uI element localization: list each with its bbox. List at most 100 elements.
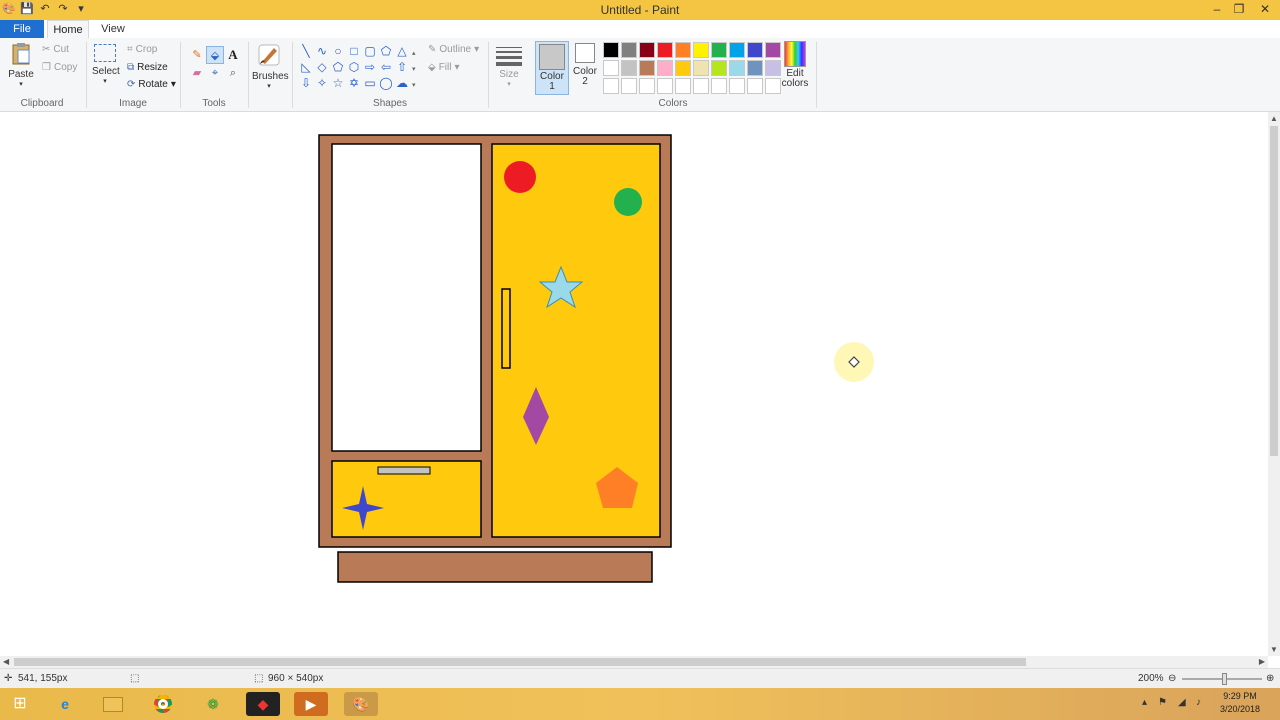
tab-file[interactable]: File	[0, 20, 44, 38]
pencil-icon[interactable]: ✎	[188, 46, 206, 64]
scroll-up-icon[interactable]: ▲	[1270, 114, 1278, 123]
horizontal-scroll-thumb[interactable]	[14, 658, 1026, 666]
palette-swatch-r3c6[interactable]	[693, 78, 709, 94]
minimize-button[interactable]: –	[1206, 0, 1228, 20]
zoom-out-icon[interactable]: ⊖	[1168, 673, 1176, 684]
palette-swatch-r2c8[interactable]	[729, 60, 745, 76]
drawing-canvas[interactable]	[0, 112, 1268, 656]
brushes-button[interactable]: Brushes ▾	[252, 42, 289, 90]
color-picker-icon[interactable]: ⌖	[206, 64, 224, 82]
chrome-icon[interactable]	[146, 692, 180, 716]
triangle-shape-icon[interactable]: △	[394, 43, 410, 59]
drawing-surface[interactable]	[0, 112, 1268, 656]
palette-swatch-r2c10[interactable]	[765, 60, 781, 76]
zoom-in-icon[interactable]: ⊕	[1266, 673, 1274, 684]
zoom-slider[interactable]	[1182, 673, 1262, 685]
magnifier-icon[interactable]: ⌕	[224, 64, 242, 82]
polygon-shape-icon[interactable]: ⬠	[378, 43, 394, 59]
palette-swatch-r3c4[interactable]	[657, 78, 673, 94]
palette-swatch-r3c10[interactable]	[765, 78, 781, 94]
paste-button[interactable]: Paste ▾	[8, 42, 34, 88]
fill-button[interactable]: ⬙ Fill ▾	[428, 62, 460, 73]
text-tool-icon[interactable]: A	[224, 46, 242, 64]
palette-swatch-r2c3[interactable]	[639, 60, 655, 76]
palette-swatch-r1c2[interactable]	[621, 42, 637, 58]
media-player-icon[interactable]: ▶	[294, 692, 328, 716]
palette-swatch-r2c6[interactable]	[693, 60, 709, 76]
palette-swatch-r1c9[interactable]	[747, 42, 763, 58]
palette-swatch-r3c7[interactable]	[711, 78, 727, 94]
tab-home[interactable]: Home	[47, 20, 89, 38]
palette-swatch-r1c6[interactable]	[693, 42, 709, 58]
line-shape-icon[interactable]: ╲	[298, 43, 314, 59]
oval-shape-icon[interactable]: ○	[330, 43, 346, 59]
oval-callout-shape-icon[interactable]: ◯	[378, 75, 394, 91]
six-point-star-shape-icon[interactable]: ✡	[346, 75, 362, 91]
fill-bucket-icon[interactable]: ⬙	[206, 46, 224, 64]
palette-swatch-r3c9[interactable]	[747, 78, 763, 94]
palette-swatch-r1c4[interactable]	[657, 42, 673, 58]
palette-swatch-r3c8[interactable]	[729, 78, 745, 94]
curve-shape-icon[interactable]: ∿	[314, 43, 330, 59]
up-arrow-shape-icon[interactable]: ⇧	[394, 59, 410, 75]
edit-colors-button[interactable]: Edit colors	[780, 41, 810, 89]
four-point-star-shape-icon[interactable]: ✧	[314, 75, 330, 91]
paint-taskbar-icon[interactable]: 🎨	[344, 692, 378, 716]
palette-swatch-r2c2[interactable]	[621, 60, 637, 76]
palette-swatch-r2c9[interactable]	[747, 60, 763, 76]
start-icon[interactable]: ⊞	[4, 692, 36, 716]
rounded-callout-shape-icon[interactable]: ▭	[362, 75, 378, 91]
file-explorer-icon[interactable]	[96, 692, 130, 716]
green-app-icon[interactable]: ❁	[196, 692, 230, 716]
wifi-icon[interactable]: ◢	[1178, 697, 1186, 708]
palette-swatch-r1c1[interactable]	[603, 42, 619, 58]
horizontal-scrollbar[interactable]: ◀ ▶	[0, 656, 1268, 668]
volume-icon[interactable]: ♪	[1196, 697, 1201, 708]
select-button[interactable]: Select ▾	[92, 44, 120, 85]
right-triangle-shape-icon[interactable]: ◺	[298, 59, 314, 75]
size-button[interactable]: Size ▾	[494, 44, 524, 88]
network-status-icon[interactable]: ⚑	[1158, 697, 1167, 708]
cloud-callout-shape-icon[interactable]: ☁	[394, 75, 410, 91]
palette-swatch-r2c1[interactable]	[603, 60, 619, 76]
clock[interactable]: 9:29 PM 3/20/2018	[1220, 690, 1260, 716]
shapes-scroll[interactable]: ▴ ▾ ▾	[412, 46, 416, 94]
palette-swatch-r1c5[interactable]	[675, 42, 691, 58]
zoom-slider-thumb[interactable]	[1222, 673, 1227, 685]
rounded-rectangle-shape-icon[interactable]: ▢	[362, 43, 378, 59]
color1-button[interactable]: Color 1	[535, 41, 569, 95]
palette-swatch-r2c5[interactable]	[675, 60, 691, 76]
left-arrow-shape-icon[interactable]: ⇦	[378, 59, 394, 75]
palette-swatch-r1c8[interactable]	[729, 42, 745, 58]
down-arrow-shape-icon[interactable]: ⇩	[298, 75, 314, 91]
vertical-scrollbar[interactable]: ▲ ▼	[1268, 112, 1280, 656]
palette-swatch-r1c7[interactable]	[711, 42, 727, 58]
outline-button[interactable]: ✎ Outline ▾	[428, 44, 479, 55]
hexagon-shape-icon[interactable]: ⬡	[346, 59, 362, 75]
palette-swatch-r3c5[interactable]	[675, 78, 691, 94]
vertical-scroll-thumb[interactable]	[1270, 126, 1278, 456]
palette-swatch-r1c3[interactable]	[639, 42, 655, 58]
copy-button[interactable]: ❐ Copy	[42, 62, 77, 73]
color2-button[interactable]: Color 2	[572, 43, 598, 87]
palette-swatch-r3c3[interactable]	[639, 78, 655, 94]
maximize-button[interactable]: ❐	[1228, 0, 1250, 20]
red-app-icon[interactable]: ◆	[246, 692, 280, 716]
palette-swatch-r3c2[interactable]	[621, 78, 637, 94]
pentagon-shape-icon[interactable]: ⬠	[330, 59, 346, 75]
palette-swatch-r2c7[interactable]	[711, 60, 727, 76]
scroll-down-icon[interactable]: ▼	[1270, 645, 1278, 654]
right-arrow-shape-icon[interactable]: ⇨	[362, 59, 378, 75]
diamond-shape-icon[interactable]: ◇	[314, 59, 330, 75]
rectangle-shape-icon[interactable]: □	[346, 43, 362, 59]
five-point-star-shape-icon[interactable]: ☆	[330, 75, 346, 91]
close-button[interactable]: ✕	[1250, 0, 1280, 20]
crop-button[interactable]: ⌗ Crop	[127, 44, 157, 55]
show-hidden-icons[interactable]: ▴	[1142, 697, 1147, 708]
cut-button[interactable]: ✂ Cut	[42, 44, 69, 55]
scroll-left-icon[interactable]: ◀	[3, 657, 9, 666]
rotate-button[interactable]: ⟳ Rotate ▾	[127, 79, 176, 90]
palette-swatch-r1c10[interactable]	[765, 42, 781, 58]
palette-swatch-r2c4[interactable]	[657, 60, 673, 76]
tab-view[interactable]: View	[92, 20, 134, 38]
